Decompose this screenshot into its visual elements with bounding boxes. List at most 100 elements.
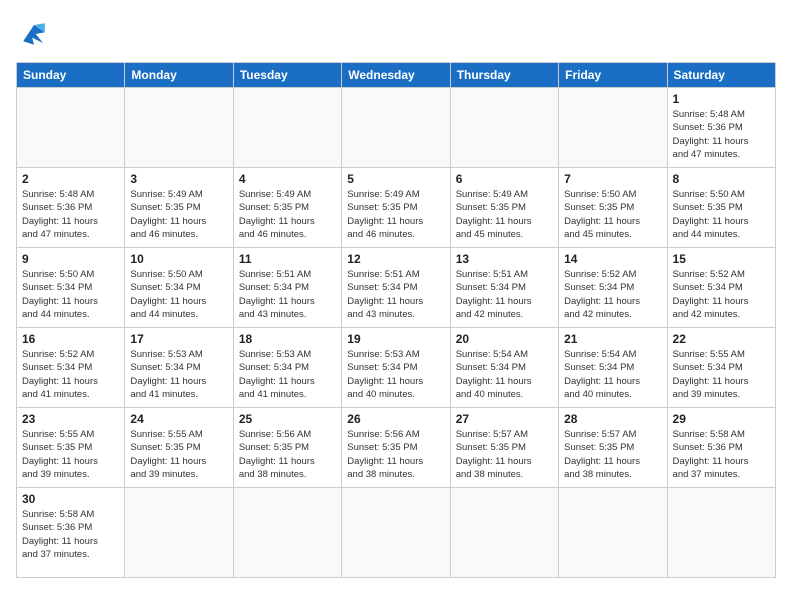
calendar-cell: 28 Sunrise: 5:57 AMSunset: 5:35 PMDayligh…	[559, 408, 667, 488]
calendar-week-3: 9Sunrise: 5:50 AMSunset: 5:34 PMDaylight…	[17, 248, 776, 328]
cell-info: Sunrise: 5:53 AMSunset: 5:34 PMDaylight:…	[130, 348, 227, 401]
cell-info: Sunrise: 5:54 AMSunset: 5:34 PMDaylight:…	[456, 348, 553, 401]
day-number: 19	[347, 332, 444, 346]
day-number: 12	[347, 252, 444, 266]
header-cell-tuesday: Tuesday	[233, 63, 341, 88]
calendar-cell	[342, 488, 450, 578]
cell-info: Sunrise: 5:49 AMSunset: 5:35 PMDaylight:…	[456, 188, 553, 241]
cell-info: Sunrise: 5:54 AMSunset: 5:34 PMDaylight:…	[564, 348, 661, 401]
calendar-cell: 15 Sunrise: 5:52 AMSunset: 5:34 PMDayligh…	[667, 248, 775, 328]
cell-info: Sunrise: 5:50 AMSunset: 5:34 PMDaylight:…	[130, 268, 227, 321]
day-number: 5	[347, 172, 444, 186]
day-number: 6	[456, 172, 553, 186]
calendar-cell: 11 Sunrise: 5:51 AMSunset: 5:34 PMDayligh…	[233, 248, 341, 328]
cell-info: Sunrise: 5:55 AMSunset: 5:34 PMDaylight:…	[673, 348, 770, 401]
cell-info: Sunrise: 5:58 AMSunset: 5:36 PMDaylight:…	[673, 428, 770, 481]
cell-info: Sunrise: 5:51 AMSunset: 5:34 PMDaylight:…	[347, 268, 444, 321]
day-number: 16	[22, 332, 119, 346]
calendar-cell: 9Sunrise: 5:50 AMSunset: 5:34 PMDaylight…	[17, 248, 125, 328]
calendar-cell: 1Sunrise: 5:48 AMSunset: 5:36 PMDaylight…	[667, 88, 775, 168]
page-header	[16, 16, 776, 52]
header-cell-monday: Monday	[125, 63, 233, 88]
cell-info: Sunrise: 5:57 AMSunset: 5:35 PMDaylight:…	[456, 428, 553, 481]
cell-info: Sunrise: 5:52 AMSunset: 5:34 PMDaylight:…	[22, 348, 119, 401]
calendar-cell	[233, 488, 341, 578]
cell-info: Sunrise: 5:58 AMSunset: 5:36 PMDaylight:…	[22, 508, 119, 561]
day-number: 14	[564, 252, 661, 266]
calendar-cell: 25 Sunrise: 5:56 AMSunset: 5:35 PMDayligh…	[233, 408, 341, 488]
calendar-cell: 10Sunrise: 5:50 AMSunset: 5:34 PMDayligh…	[125, 248, 233, 328]
calendar-cell: 7 Sunrise: 5:50 AMSunset: 5:35 PMDaylight…	[559, 168, 667, 248]
calendar-week-1: 1Sunrise: 5:48 AMSunset: 5:36 PMDaylight…	[17, 88, 776, 168]
cell-info: Sunrise: 5:53 AMSunset: 5:34 PMDaylight:…	[239, 348, 336, 401]
day-number: 29	[673, 412, 770, 426]
day-number: 28	[564, 412, 661, 426]
calendar-cell	[667, 488, 775, 578]
calendar-cell: 22 Sunrise: 5:55 AMSunset: 5:34 PMDayligh…	[667, 328, 775, 408]
calendar-cell: 13Sunrise: 5:51 AMSunset: 5:34 PMDayligh…	[450, 248, 558, 328]
calendar-cell	[125, 88, 233, 168]
cell-info: Sunrise: 5:52 AMSunset: 5:34 PMDaylight:…	[673, 268, 770, 321]
cell-info: Sunrise: 5:56 AMSunset: 5:35 PMDaylight:…	[239, 428, 336, 481]
calendar-cell: 21 Sunrise: 5:54 AMSunset: 5:34 PMDayligh…	[559, 328, 667, 408]
calendar-cell: 18 Sunrise: 5:53 AMSunset: 5:34 PMDayligh…	[233, 328, 341, 408]
day-number: 22	[673, 332, 770, 346]
header-cell-sunday: Sunday	[17, 63, 125, 88]
day-number: 11	[239, 252, 336, 266]
cell-info: Sunrise: 5:55 AMSunset: 5:35 PMDaylight:…	[130, 428, 227, 481]
day-number: 23	[22, 412, 119, 426]
day-number: 18	[239, 332, 336, 346]
calendar-table: SundayMondayTuesdayWednesdayThursdayFrid…	[16, 62, 776, 578]
day-number: 30	[22, 492, 119, 506]
logo	[16, 16, 58, 52]
cell-info: Sunrise: 5:55 AMSunset: 5:35 PMDaylight:…	[22, 428, 119, 481]
cell-info: Sunrise: 5:53 AMSunset: 5:34 PMDaylight:…	[347, 348, 444, 401]
calendar-cell: 24Sunrise: 5:55 AMSunset: 5:35 PMDayligh…	[125, 408, 233, 488]
day-number: 2	[22, 172, 119, 186]
day-number: 15	[673, 252, 770, 266]
calendar-cell	[559, 488, 667, 578]
day-number: 3	[130, 172, 227, 186]
header-cell-friday: Friday	[559, 63, 667, 88]
calendar-cell: 20 Sunrise: 5:54 AMSunset: 5:34 PMDayligh…	[450, 328, 558, 408]
cell-info: Sunrise: 5:56 AMSunset: 5:35 PMDaylight:…	[347, 428, 444, 481]
header-cell-saturday: Saturday	[667, 63, 775, 88]
day-number: 8	[673, 172, 770, 186]
day-number: 26	[347, 412, 444, 426]
calendar-cell	[559, 88, 667, 168]
day-number: 17	[130, 332, 227, 346]
cell-info: Sunrise: 5:50 AMSunset: 5:34 PMDaylight:…	[22, 268, 119, 321]
header-cell-wednesday: Wednesday	[342, 63, 450, 88]
calendar-cell: 19 Sunrise: 5:53 AMSunset: 5:34 PMDayligh…	[342, 328, 450, 408]
calendar-cell	[233, 88, 341, 168]
cell-info: Sunrise: 5:57 AMSunset: 5:35 PMDaylight:…	[564, 428, 661, 481]
calendar-cell: 2 Sunrise: 5:48 AMSunset: 5:36 PMDaylight…	[17, 168, 125, 248]
cell-info: Sunrise: 5:49 AMSunset: 5:35 PMDaylight:…	[347, 188, 444, 241]
calendar-cell: 26 Sunrise: 5:56 AMSunset: 5:35 PMDayligh…	[342, 408, 450, 488]
cell-info: Sunrise: 5:49 AMSunset: 5:35 PMDaylight:…	[130, 188, 227, 241]
calendar-cell: 16 Sunrise: 5:52 AMSunset: 5:34 PMDayligh…	[17, 328, 125, 408]
cell-info: Sunrise: 5:51 AMSunset: 5:34 PMDaylight:…	[456, 268, 553, 321]
calendar-cell: 3 Sunrise: 5:49 AMSunset: 5:35 PMDaylight…	[125, 168, 233, 248]
calendar-cell: 14 Sunrise: 5:52 AMSunset: 5:34 PMDayligh…	[559, 248, 667, 328]
cell-info: Sunrise: 5:48 AMSunset: 5:36 PMDaylight:…	[22, 188, 119, 241]
calendar-cell: 8Sunrise: 5:50 AMSunset: 5:35 PMDaylight…	[667, 168, 775, 248]
day-number: 4	[239, 172, 336, 186]
day-number: 7	[564, 172, 661, 186]
cell-info: Sunrise: 5:52 AMSunset: 5:34 PMDaylight:…	[564, 268, 661, 321]
day-number: 21	[564, 332, 661, 346]
day-number: 25	[239, 412, 336, 426]
calendar-cell: 17 Sunrise: 5:53 AMSunset: 5:34 PMDayligh…	[125, 328, 233, 408]
calendar-cell	[342, 88, 450, 168]
calendar-cell	[125, 488, 233, 578]
calendar-cell: 27Sunrise: 5:57 AMSunset: 5:35 PMDayligh…	[450, 408, 558, 488]
calendar-week-4: 16 Sunrise: 5:52 AMSunset: 5:34 PMDayligh…	[17, 328, 776, 408]
logo-icon	[16, 16, 52, 52]
day-number: 20	[456, 332, 553, 346]
cell-info: Sunrise: 5:51 AMSunset: 5:34 PMDaylight:…	[239, 268, 336, 321]
calendar-cell	[450, 488, 558, 578]
calendar-week-5: 23 Sunrise: 5:55 AMSunset: 5:35 PMDayligh…	[17, 408, 776, 488]
header-cell-thursday: Thursday	[450, 63, 558, 88]
cell-info: Sunrise: 5:50 AMSunset: 5:35 PMDaylight:…	[564, 188, 661, 241]
calendar-cell: 30 Sunrise: 5:58 AMSunset: 5:36 PMDayligh…	[17, 488, 125, 578]
